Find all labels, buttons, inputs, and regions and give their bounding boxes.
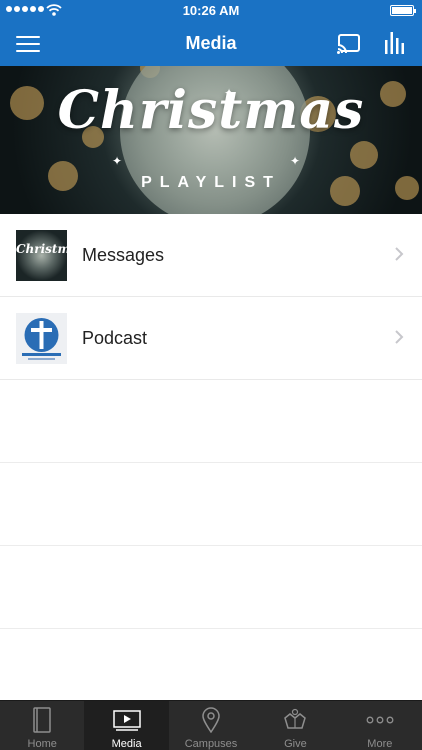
tab-give[interactable]: Give xyxy=(253,701,337,750)
thumbnail-text: Christmas xyxy=(16,242,67,256)
tab-bar: Home Media Campuses Give More xyxy=(0,700,422,750)
podcast-thumbnail xyxy=(16,313,67,364)
app-screen: 10:26 AM Media Christmas PLAYLIST ✦ ✦ ✦ … xyxy=(0,0,422,750)
tab-campuses[interactable]: Campuses xyxy=(169,701,253,750)
banner-title: Christmas xyxy=(57,80,365,141)
media-list: Christmas Messages Podcast xyxy=(0,214,422,629)
list-item-label: Messages xyxy=(82,245,165,265)
tab-label: Campuses xyxy=(184,738,238,750)
chevron-right-icon xyxy=(395,330,404,344)
sparkle-icon: ✦ xyxy=(224,86,235,100)
hands-icon xyxy=(284,708,307,729)
cast-icon[interactable] xyxy=(336,31,362,57)
tab-label: Home xyxy=(27,738,57,750)
cross-logo-icon xyxy=(22,318,61,360)
status-bar: 10:26 AM xyxy=(0,0,422,22)
tab-media[interactable]: Media xyxy=(84,701,169,750)
sparkle-icon: ✦ xyxy=(290,154,301,168)
list-item-podcast[interactable]: Podcast xyxy=(0,297,422,380)
tab-label: Media xyxy=(111,738,142,750)
empty-row xyxy=(0,463,422,546)
now-playing-bars-icon[interactable] xyxy=(384,30,406,56)
battery-icon xyxy=(390,5,416,16)
empty-row xyxy=(0,380,422,463)
status-time: 10:26 AM xyxy=(182,3,240,18)
chevron-right-icon xyxy=(395,247,404,261)
play-icon xyxy=(112,710,141,731)
list-item-messages[interactable]: Christmas Messages xyxy=(0,214,422,297)
featured-banner[interactable]: Christmas PLAYLIST ✦ ✦ ✦ xyxy=(0,66,422,214)
banner-subtitle: PLAYLIST xyxy=(141,174,281,191)
book-icon xyxy=(33,707,51,733)
map-pin-icon xyxy=(202,707,220,733)
tab-home[interactable]: Home xyxy=(0,701,84,750)
sparkle-icon: ✦ xyxy=(112,154,123,168)
tab-label: Give xyxy=(284,738,307,750)
tab-more[interactable]: More xyxy=(338,701,422,750)
messages-thumbnail: Christmas xyxy=(16,230,67,281)
tab-label: More xyxy=(367,738,393,750)
empty-row xyxy=(0,546,422,629)
list-item-label: Podcast xyxy=(82,328,148,348)
nav-bar: Media xyxy=(0,22,422,66)
more-dots-icon xyxy=(366,716,394,724)
